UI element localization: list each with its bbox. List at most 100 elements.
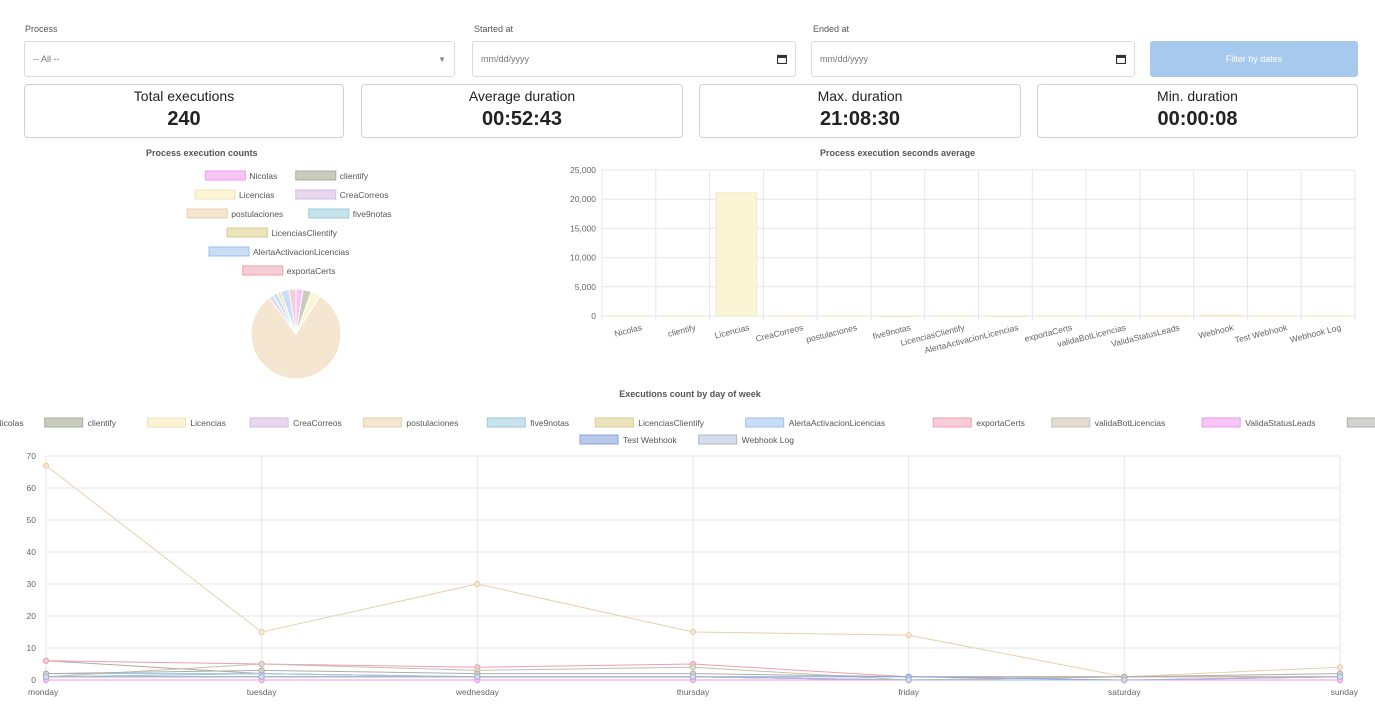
bar [1253,315,1296,317]
legend-label: exportaCerts [287,266,336,276]
x-tick-label: tuesday [247,687,278,697]
legend-label: postulaciones [406,418,458,428]
data-point [689,628,697,636]
y-tick-label: 10,000 [570,253,596,263]
y-tick-label: 60 [27,483,37,493]
bar [608,315,650,317]
legend-swatch [44,417,84,428]
x-tick-label: clientify [667,322,698,339]
x-tick-label: postulaciones [805,322,858,344]
legend-label: ValidaStatusLeads [1245,418,1315,428]
y-tick-label: 20 [27,611,37,621]
max-duration-card: Max. duration 21:08:30 [699,84,1021,138]
data-point [689,673,697,680]
legend-swatch [932,417,972,428]
data-point [42,673,50,680]
legend-swatch [226,227,268,238]
data-point [474,580,481,588]
line-chart-title: Executions count by day of week [619,389,761,399]
bar-chart: 0 5,000 10,000 15,000 20,000 25,000 Nicolas cli… [570,165,1356,355]
pie-chart-title: Process execution counts [146,148,258,158]
data-point [258,628,265,636]
legend-swatch [204,170,246,181]
line-chart: Nicolas clientify Licencias CreaCorreos post… [0,417,1375,697]
legend-label: LicenciasClientify [638,418,704,428]
stat-value: 21:08:30 [819,108,901,130]
stat-label: Min. duration [1157,88,1238,104]
legend-label: AlertaActivacionLicencias [789,418,885,428]
legend-label: five9notas [353,209,392,219]
legend-label: Nicolas [0,418,23,428]
filter-by-dates-button[interactable]: Filter by dates [1150,41,1358,77]
chevron-down-icon: ▼ [438,54,446,64]
legend-label: Test Webhook [623,435,677,445]
bar [984,315,1027,317]
x-tick-label: wednesday [455,687,500,697]
legend-label: validaBotLicencias [1095,418,1165,428]
legend-label: exportaCerts [976,418,1025,428]
legend-swatch [579,434,619,445]
started-at-placeholder: mm/dd/yyyy [481,54,530,64]
bar [1092,315,1134,317]
data-point [258,660,265,668]
x-tick-label: Nicolas [613,322,642,338]
legend-label: CreaCorreos [340,190,389,200]
data-point [42,462,50,469]
total-executions-card: Total executions 240 [24,84,344,138]
legend-label: AlertaActivacionLicencias [253,247,349,257]
min-duration-card: Min. duration 00:00:08 [1037,84,1358,138]
y-tick-label: 5,000 [575,282,597,292]
data-point [42,657,50,664]
process-label: Process [25,24,58,34]
started-at-label: Started at [474,24,514,34]
x-tick-label: saturday [1108,687,1141,697]
ended-at-label: Ended at [813,24,850,34]
data-point [258,673,265,680]
legend-swatch [698,434,738,445]
legend-swatch [594,417,634,428]
data-point [689,664,697,671]
bar [1307,315,1349,317]
legend-label: Licencias [239,190,274,200]
y-tick-label: 0 [591,311,596,321]
legend-swatch [1201,417,1241,428]
legend-label: CreaCorreos [293,418,342,428]
legend-swatch [194,189,236,200]
ended-at-input[interactable]: mm/dd/yyyy [811,41,1135,77]
y-tick-label: 40 [27,547,37,557]
x-tick-label: friday [898,687,920,697]
bar [1038,315,1080,317]
x-tick-label: Licencias [714,322,751,340]
legend-label: Webhook Log [742,435,795,445]
legend-swatch [486,417,526,428]
calendar-icon[interactable] [777,54,787,64]
legend-swatch [308,208,350,219]
bar [1199,314,1242,317]
x-tick-label: Webhook [1197,322,1235,341]
bar [823,315,865,317]
legend-swatch [1346,417,1375,428]
stat-label: Average duration [468,88,576,104]
legend-label: five9notas [530,418,569,428]
legend-swatch [745,417,785,428]
data-point [258,667,265,674]
process-select[interactable]: -- All -- ▼ [24,41,455,77]
legend-label: postulaciones [231,209,283,219]
y-tick-label: 0 [31,675,36,685]
data-point [1336,673,1344,680]
legend-swatch [249,417,289,428]
data-point [905,676,912,684]
legend-label: Licencias [190,418,225,428]
calendar-icon[interactable] [1116,54,1126,64]
legend-swatch [1051,417,1091,428]
legend-label: clientify [340,171,369,181]
bar [661,315,704,317]
y-tick-label: 70 [27,451,37,461]
legend-swatch [186,208,228,219]
x-tick-label: Test Webhook [1234,322,1289,345]
x-tick-label: monday [28,687,59,697]
started-at-input[interactable]: mm/dd/yyyy [472,41,796,77]
y-tick-label: 30 [27,579,37,589]
y-tick-label: 20,000 [570,194,596,204]
legend-swatch [295,170,337,181]
